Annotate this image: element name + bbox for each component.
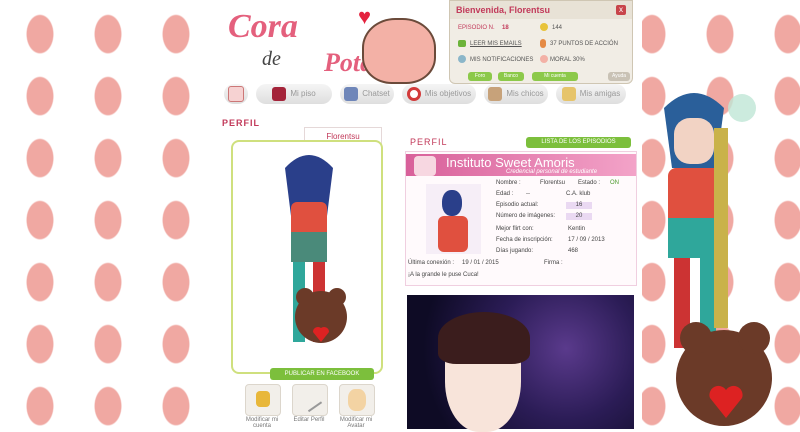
nav-chatset[interactable]: Chatset <box>340 84 394 104</box>
card-value: 19 / 01 / 2015 <box>462 260 499 266</box>
card-value: 16 <box>566 202 592 209</box>
card-label: Nombre : <box>496 180 521 186</box>
moral-icon <box>540 55 548 63</box>
cat-mascot-icon <box>362 18 436 84</box>
action-points: 37 PUNTOS DE ACCIÓN <box>550 41 618 47</box>
main-nav: Mi piso Chatset Mis objetivos Mis chicos… <box>218 84 638 104</box>
card-value: Florentsu <box>540 180 566 186</box>
card-label: Fecha de inscripción: <box>496 237 553 243</box>
modify-account-button[interactable] <box>245 384 281 416</box>
coin-icon <box>540 23 548 31</box>
user-greeting: Bienvenida, Florentsu <box>450 1 632 19</box>
bed-icon <box>272 86 287 101</box>
action-label: Modificar mi cuenta <box>245 417 279 429</box>
card-value: 468 <box>568 248 579 254</box>
nav-label: Mis amigas <box>579 89 621 98</box>
pen-icon <box>299 389 323 413</box>
status-badge: ON <box>610 180 619 186</box>
card-label: Edad : <box>496 191 514 197</box>
action-label: Modificar mi Avatar <box>339 417 373 429</box>
mail-icon <box>458 40 466 47</box>
card-label: Mejor flirt con: <box>496 226 534 232</box>
money-amount: 144 <box>552 25 563 31</box>
avatar-frame <box>231 140 383 374</box>
home-icon <box>228 85 244 102</box>
modify-avatar-button[interactable] <box>339 384 375 416</box>
nav-label: Mis objetivos <box>424 89 472 98</box>
nav-label: Mis chicos <box>506 89 544 98</box>
card-label: Última conexión : <box>408 260 455 266</box>
logo-text-corazon: Cora <box>228 8 298 45</box>
close-icon[interactable]: x <box>616 5 626 15</box>
user-box: Bienvenida, Florentsu x EPISODIO N. 18 1… <box>449 0 633 84</box>
club-badge: C.A. klub <box>566 191 591 197</box>
nav-mis-chicos[interactable]: Mis chicos <box>484 84 548 104</box>
nav-label: Mi piso <box>290 89 316 98</box>
episode-number: 18 <box>502 25 509 31</box>
forum-button[interactable]: Foro <box>468 72 492 81</box>
target-icon <box>406 86 421 101</box>
messages-link[interactable]: LEER MIS EMAILS <box>470 41 522 47</box>
cupcake-icon <box>414 156 436 176</box>
girl-icon <box>561 86 576 101</box>
heart-icon: ♥ <box>358 4 372 29</box>
nav-label: Chatset <box>362 89 390 98</box>
account-button[interactable]: Mi cuenta <box>532 72 578 81</box>
card-motto: ¡A la grande le puse Cuca! <box>408 272 479 278</box>
card-avatar-thumb <box>426 184 481 254</box>
card-subtitle: Credencial personal de estudiante <box>506 169 598 175</box>
card-value: -- <box>526 191 530 197</box>
lock-icon <box>256 391 270 407</box>
episode-label: EPISODIO N. <box>458 25 495 31</box>
card-value: 17 / 09 / 2013 <box>568 237 605 243</box>
decorative-characters-image <box>644 88 800 429</box>
nav-mis-objetivos[interactable]: Mis objetivos <box>402 84 476 104</box>
action-points-icon <box>540 39 546 48</box>
edit-profile-button[interactable] <box>292 384 328 416</box>
card-title-bar: Instituto Sweet Amoris Credencial person… <box>406 154 636 176</box>
logo-text-de: de <box>262 48 281 70</box>
bank-button[interactable]: Banco <box>498 72 524 81</box>
card-label: Número de imágenes: <box>496 213 556 219</box>
profile-heading: PERFIL <box>222 118 261 128</box>
card-value: Kentin <box>568 226 586 232</box>
boy-icon <box>488 86 503 101</box>
notifications-link[interactable]: MIS NOTIFICACIONES <box>470 57 533 63</box>
card-label: Firma : <box>544 260 563 266</box>
banner-character-hair <box>438 312 530 364</box>
moral-value: MORAL 30% <box>550 57 585 63</box>
nav-home[interactable] <box>224 84 248 104</box>
books-icon <box>344 86 359 101</box>
student-card: Instituto Sweet Amoris Credencial person… <box>405 151 637 286</box>
notifications-icon <box>458 55 466 63</box>
card-label: Días jugando: <box>496 248 534 254</box>
avatar-icon <box>348 389 366 411</box>
action-label: Editar Perfil <box>293 417 325 423</box>
episodes-list-button[interactable]: LISTA DE LOS EPISODIOS <box>526 137 631 148</box>
avatar-image <box>285 155 347 343</box>
profile-heading-right: PERFIL <box>410 137 448 147</box>
facebook-publish-button[interactable]: PUBLICAR EN FACEBOOK <box>270 368 374 380</box>
nav-mi-piso[interactable]: Mi piso <box>256 84 332 104</box>
help-button[interactable]: Ayuda <box>608 72 630 81</box>
card-label: Estado : <box>578 180 601 186</box>
card-label: Episodio actual: <box>496 202 539 208</box>
card-value: 20 <box>566 213 592 220</box>
nav-mis-amigas[interactable]: Mis amigas <box>556 84 626 104</box>
